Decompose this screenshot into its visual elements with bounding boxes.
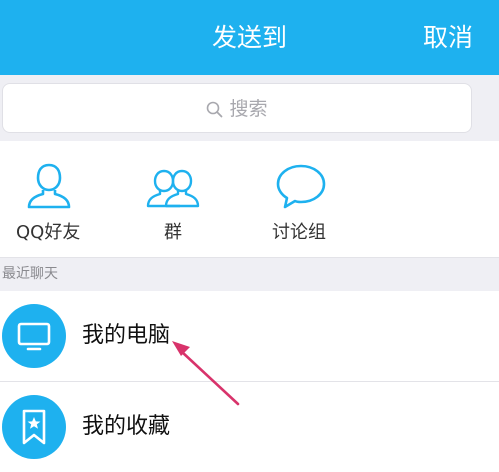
share-screen: 发送到 取消 搜索 QQ好友 群 讨论组 最近聊天 我的电脑 我的收藏 bbox=[0, 0, 499, 472]
header-bar: 发送到 取消 bbox=[0, 0, 499, 75]
chat-bubble-icon bbox=[276, 164, 326, 209]
bookmark-star-icon bbox=[22, 409, 46, 445]
search-input[interactable]: 搜索 bbox=[2, 83, 472, 133]
search-area: 搜索 bbox=[0, 75, 499, 141]
shortcut-label: 群 bbox=[164, 222, 182, 243]
chat-row-my-favorites[interactable]: 我的收藏 bbox=[0, 382, 499, 472]
section-header: 最近聊天 bbox=[0, 258, 499, 291]
shortcut-group[interactable]: 群 bbox=[140, 141, 204, 258]
shortcut-discussion[interactable]: 讨论组 bbox=[270, 141, 330, 258]
shortcut-label: 讨论组 bbox=[272, 222, 326, 243]
section-title: 最近聊天 bbox=[2, 266, 58, 282]
cancel-button[interactable]: 取消 bbox=[423, 22, 473, 54]
shortcut-row: QQ好友 群 讨论组 bbox=[0, 141, 499, 258]
monitor-icon bbox=[17, 322, 51, 351]
chat-name: 我的收藏 bbox=[82, 414, 171, 439]
avatar bbox=[2, 304, 66, 368]
search-icon bbox=[207, 101, 223, 118]
chat-row-my-computer[interactable]: 我的电脑 bbox=[0, 291, 499, 381]
search-placeholder-row: 搜索 bbox=[3, 97, 471, 121]
avatar bbox=[2, 395, 66, 459]
shortcut-label: QQ好友 bbox=[16, 222, 81, 243]
group-icon bbox=[146, 169, 200, 208]
person-icon bbox=[27, 163, 71, 209]
search-placeholder: 搜索 bbox=[229, 98, 268, 120]
chat-name: 我的电脑 bbox=[82, 323, 171, 348]
shortcut-qq-friends[interactable]: QQ好友 bbox=[14, 141, 84, 258]
